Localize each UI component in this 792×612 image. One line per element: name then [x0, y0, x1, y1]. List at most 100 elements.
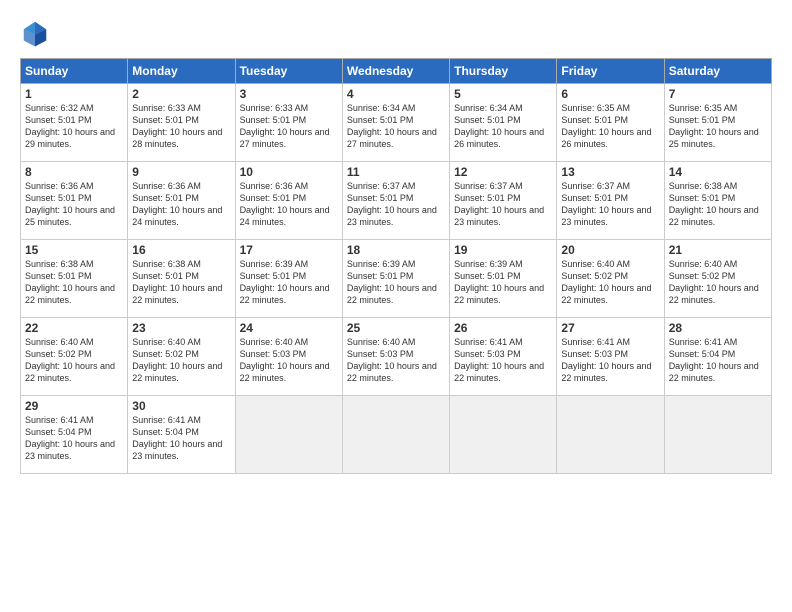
day-number: 13 — [561, 165, 659, 179]
calendar-week-4: 22Sunrise: 6:40 AMSunset: 5:02 PMDayligh… — [21, 318, 772, 396]
calendar-cell: 21Sunrise: 6:40 AMSunset: 5:02 PMDayligh… — [664, 240, 771, 318]
day-number: 17 — [240, 243, 338, 257]
calendar-cell: 15Sunrise: 6:38 AMSunset: 5:01 PMDayligh… — [21, 240, 128, 318]
calendar-cell: 6Sunrise: 6:35 AMSunset: 5:01 PMDaylight… — [557, 84, 664, 162]
calendar-cell: 18Sunrise: 6:39 AMSunset: 5:01 PMDayligh… — [342, 240, 449, 318]
calendar-cell: 13Sunrise: 6:37 AMSunset: 5:01 PMDayligh… — [557, 162, 664, 240]
day-info: Sunrise: 6:38 AMSunset: 5:01 PMDaylight:… — [25, 258, 123, 307]
day-info: Sunrise: 6:32 AMSunset: 5:01 PMDaylight:… — [25, 102, 123, 151]
calendar-week-3: 15Sunrise: 6:38 AMSunset: 5:01 PMDayligh… — [21, 240, 772, 318]
day-info: Sunrise: 6:37 AMSunset: 5:01 PMDaylight:… — [561, 180, 659, 229]
day-number: 12 — [454, 165, 552, 179]
day-number: 29 — [25, 399, 123, 413]
day-number: 7 — [669, 87, 767, 101]
header-thursday: Thursday — [450, 59, 557, 84]
calendar-cell: 5Sunrise: 6:34 AMSunset: 5:01 PMDaylight… — [450, 84, 557, 162]
page: SundayMondayTuesdayWednesdayThursdayFrid… — [0, 0, 792, 612]
day-number: 14 — [669, 165, 767, 179]
day-info: Sunrise: 6:36 AMSunset: 5:01 PMDaylight:… — [240, 180, 338, 229]
day-info: Sunrise: 6:34 AMSunset: 5:01 PMDaylight:… — [454, 102, 552, 151]
header — [20, 18, 772, 48]
day-number: 27 — [561, 321, 659, 335]
calendar-cell — [664, 396, 771, 474]
day-number: 21 — [669, 243, 767, 257]
calendar-cell — [235, 396, 342, 474]
day-info: Sunrise: 6:37 AMSunset: 5:01 PMDaylight:… — [454, 180, 552, 229]
day-info: Sunrise: 6:39 AMSunset: 5:01 PMDaylight:… — [454, 258, 552, 307]
calendar-cell: 7Sunrise: 6:35 AMSunset: 5:01 PMDaylight… — [664, 84, 771, 162]
day-info: Sunrise: 6:39 AMSunset: 5:01 PMDaylight:… — [240, 258, 338, 307]
day-info: Sunrise: 6:39 AMSunset: 5:01 PMDaylight:… — [347, 258, 445, 307]
header-monday: Monday — [128, 59, 235, 84]
day-info: Sunrise: 6:38 AMSunset: 5:01 PMDaylight:… — [132, 258, 230, 307]
calendar-cell: 14Sunrise: 6:38 AMSunset: 5:01 PMDayligh… — [664, 162, 771, 240]
header-saturday: Saturday — [664, 59, 771, 84]
day-number: 6 — [561, 87, 659, 101]
day-number: 15 — [25, 243, 123, 257]
calendar-cell: 28Sunrise: 6:41 AMSunset: 5:04 PMDayligh… — [664, 318, 771, 396]
logo — [20, 18, 56, 48]
calendar-cell: 11Sunrise: 6:37 AMSunset: 5:01 PMDayligh… — [342, 162, 449, 240]
header-friday: Friday — [557, 59, 664, 84]
day-info: Sunrise: 6:35 AMSunset: 5:01 PMDaylight:… — [669, 102, 767, 151]
calendar-cell: 25Sunrise: 6:40 AMSunset: 5:03 PMDayligh… — [342, 318, 449, 396]
calendar-week-5: 29Sunrise: 6:41 AMSunset: 5:04 PMDayligh… — [21, 396, 772, 474]
day-number: 16 — [132, 243, 230, 257]
calendar-cell: 16Sunrise: 6:38 AMSunset: 5:01 PMDayligh… — [128, 240, 235, 318]
calendar-table: SundayMondayTuesdayWednesdayThursdayFrid… — [20, 58, 772, 474]
day-number: 20 — [561, 243, 659, 257]
day-info: Sunrise: 6:38 AMSunset: 5:01 PMDaylight:… — [669, 180, 767, 229]
day-info: Sunrise: 6:34 AMSunset: 5:01 PMDaylight:… — [347, 102, 445, 151]
day-number: 3 — [240, 87, 338, 101]
header-wednesday: Wednesday — [342, 59, 449, 84]
calendar-cell: 30Sunrise: 6:41 AMSunset: 5:04 PMDayligh… — [128, 396, 235, 474]
calendar-cell: 26Sunrise: 6:41 AMSunset: 5:03 PMDayligh… — [450, 318, 557, 396]
day-info: Sunrise: 6:36 AMSunset: 5:01 PMDaylight:… — [132, 180, 230, 229]
day-number: 23 — [132, 321, 230, 335]
day-info: Sunrise: 6:37 AMSunset: 5:01 PMDaylight:… — [347, 180, 445, 229]
day-number: 2 — [132, 87, 230, 101]
calendar-cell: 10Sunrise: 6:36 AMSunset: 5:01 PMDayligh… — [235, 162, 342, 240]
day-info: Sunrise: 6:36 AMSunset: 5:01 PMDaylight:… — [25, 180, 123, 229]
calendar-cell: 3Sunrise: 6:33 AMSunset: 5:01 PMDaylight… — [235, 84, 342, 162]
calendar-cell — [450, 396, 557, 474]
calendar-cell: 22Sunrise: 6:40 AMSunset: 5:02 PMDayligh… — [21, 318, 128, 396]
day-number: 5 — [454, 87, 552, 101]
calendar-cell: 29Sunrise: 6:41 AMSunset: 5:04 PMDayligh… — [21, 396, 128, 474]
calendar-cell: 19Sunrise: 6:39 AMSunset: 5:01 PMDayligh… — [450, 240, 557, 318]
day-number: 10 — [240, 165, 338, 179]
day-info: Sunrise: 6:33 AMSunset: 5:01 PMDaylight:… — [240, 102, 338, 151]
day-number: 24 — [240, 321, 338, 335]
calendar-cell — [342, 396, 449, 474]
calendar-cell: 2Sunrise: 6:33 AMSunset: 5:01 PMDaylight… — [128, 84, 235, 162]
calendar-cell: 9Sunrise: 6:36 AMSunset: 5:01 PMDaylight… — [128, 162, 235, 240]
calendar-week-2: 8Sunrise: 6:36 AMSunset: 5:01 PMDaylight… — [21, 162, 772, 240]
day-info: Sunrise: 6:35 AMSunset: 5:01 PMDaylight:… — [561, 102, 659, 151]
calendar-cell: 24Sunrise: 6:40 AMSunset: 5:03 PMDayligh… — [235, 318, 342, 396]
header-tuesday: Tuesday — [235, 59, 342, 84]
day-info: Sunrise: 6:40 AMSunset: 5:02 PMDaylight:… — [132, 336, 230, 385]
calendar-cell: 12Sunrise: 6:37 AMSunset: 5:01 PMDayligh… — [450, 162, 557, 240]
day-number: 18 — [347, 243, 445, 257]
day-info: Sunrise: 6:41 AMSunset: 5:04 PMDaylight:… — [25, 414, 123, 463]
day-info: Sunrise: 6:40 AMSunset: 5:02 PMDaylight:… — [25, 336, 123, 385]
day-number: 26 — [454, 321, 552, 335]
day-info: Sunrise: 6:40 AMSunset: 5:03 PMDaylight:… — [240, 336, 338, 385]
day-info: Sunrise: 6:41 AMSunset: 5:04 PMDaylight:… — [669, 336, 767, 385]
calendar-cell: 1Sunrise: 6:32 AMSunset: 5:01 PMDaylight… — [21, 84, 128, 162]
calendar-cell: 4Sunrise: 6:34 AMSunset: 5:01 PMDaylight… — [342, 84, 449, 162]
calendar-header-row: SundayMondayTuesdayWednesdayThursdayFrid… — [21, 59, 772, 84]
calendar-cell: 17Sunrise: 6:39 AMSunset: 5:01 PMDayligh… — [235, 240, 342, 318]
logo-icon — [20, 18, 50, 48]
day-number: 25 — [347, 321, 445, 335]
day-number: 22 — [25, 321, 123, 335]
day-info: Sunrise: 6:40 AMSunset: 5:02 PMDaylight:… — [669, 258, 767, 307]
day-number: 28 — [669, 321, 767, 335]
header-sunday: Sunday — [21, 59, 128, 84]
day-number: 1 — [25, 87, 123, 101]
calendar-cell: 20Sunrise: 6:40 AMSunset: 5:02 PMDayligh… — [557, 240, 664, 318]
day-number: 8 — [25, 165, 123, 179]
day-number: 4 — [347, 87, 445, 101]
calendar-cell: 23Sunrise: 6:40 AMSunset: 5:02 PMDayligh… — [128, 318, 235, 396]
day-info: Sunrise: 6:41 AMSunset: 5:04 PMDaylight:… — [132, 414, 230, 463]
